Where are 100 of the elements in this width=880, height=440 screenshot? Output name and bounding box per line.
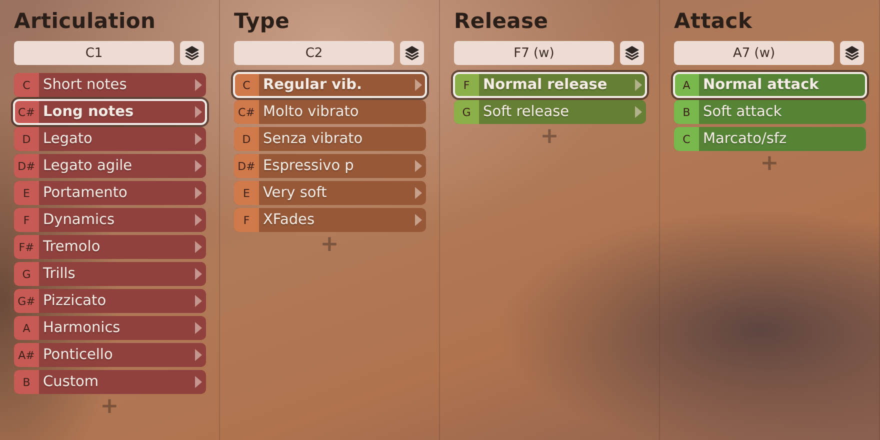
mapping-item[interactable]: C# Long notes: [14, 100, 206, 124]
submenu-arrow-icon: [194, 187, 202, 199]
layers-icon: [844, 45, 860, 61]
item-label: Molto vibrato: [262, 103, 360, 122]
submenu-arrow-icon: [194, 295, 202, 307]
submenu-arrow-icon: [634, 106, 642, 118]
key-field[interactable]: F7 (w): [454, 41, 614, 65]
submenu-arrow-icon: [194, 268, 202, 280]
mapping-item[interactable]: C Regular vib.: [234, 73, 426, 97]
item-label: Normal release: [482, 76, 608, 95]
item-label: Dynamics: [42, 211, 116, 230]
key-label: A: [674, 73, 699, 97]
item-label: Marcato/sfz: [702, 130, 788, 149]
item-label: Portamento: [42, 184, 128, 203]
mapping-item[interactable]: F# Tremolo: [14, 235, 206, 259]
layers-button[interactable]: [840, 41, 864, 65]
submenu-arrow-icon: [194, 79, 202, 91]
mapping-item[interactable]: F Normal release: [454, 73, 646, 97]
submenu-arrow-icon: [414, 214, 422, 226]
item-label: Ponticello: [42, 346, 114, 365]
layers-button[interactable]: [620, 41, 644, 65]
key-label: C: [234, 73, 259, 97]
item-label: Short notes: [42, 76, 128, 95]
mapping-item[interactable]: D# Espressivo p: [234, 154, 426, 178]
item-label: XFades: [262, 211, 316, 230]
submenu-arrow-icon: [194, 160, 202, 172]
mapping-item[interactable]: C# Molto vibrato: [234, 100, 426, 124]
key-label: C#: [234, 100, 259, 124]
item-label: Long notes: [42, 103, 135, 122]
key-label: A#: [14, 343, 39, 367]
key-label: C: [14, 73, 39, 97]
column-title: Type: [234, 8, 291, 34]
key-label: F#: [14, 235, 39, 259]
submenu-arrow-icon: [194, 241, 202, 253]
key-label: D: [234, 127, 259, 151]
key-label: C#: [14, 100, 39, 124]
layers-icon: [624, 45, 640, 61]
column-title: Articulation: [14, 8, 157, 34]
key-field[interactable]: C1: [14, 41, 174, 65]
key-label: G#: [14, 289, 39, 313]
key-label: E: [234, 181, 259, 205]
layers-button[interactable]: [180, 41, 204, 65]
submenu-arrow-icon: [194, 106, 202, 118]
column-title: Attack: [674, 8, 754, 34]
key-label: D: [14, 127, 39, 151]
mapping-item[interactable]: B Soft attack: [674, 100, 866, 124]
item-label: Harmonics: [42, 319, 122, 338]
item-label: Trills: [42, 265, 76, 284]
key-label: F: [234, 208, 259, 232]
mapping-item[interactable]: E Portamento: [14, 181, 206, 205]
mapping-item[interactable]: D# Legato agile: [14, 154, 206, 178]
item-label: Legato agile: [42, 157, 134, 176]
key-label: B: [674, 100, 699, 124]
submenu-arrow-icon: [194, 133, 202, 145]
submenu-arrow-icon: [194, 322, 202, 334]
key-label: B: [14, 370, 39, 394]
mapping-item[interactable]: A Harmonics: [14, 316, 206, 340]
submenu-arrow-icon: [414, 187, 422, 199]
item-label: Soft attack: [702, 103, 783, 122]
mapping-item[interactable]: G Trills: [14, 262, 206, 286]
item-label: Regular vib.: [262, 76, 363, 95]
submenu-arrow-icon: [414, 160, 422, 172]
key-label: F: [14, 208, 39, 232]
item-label: Senza vibrato: [262, 130, 364, 149]
key-label: A: [14, 316, 39, 340]
item-label: Espressivo p: [262, 157, 355, 176]
layers-icon: [184, 45, 200, 61]
mapping-item[interactable]: D Legato: [14, 127, 206, 151]
item-label: Tremolo: [42, 238, 102, 257]
submenu-arrow-icon: [194, 349, 202, 361]
column-title: Release: [454, 8, 550, 34]
item-label: Pizzicato: [42, 292, 108, 311]
layers-button[interactable]: [400, 41, 424, 65]
key-field[interactable]: A7 (w): [674, 41, 834, 65]
mapping-item[interactable]: D Senza vibrato: [234, 127, 426, 151]
submenu-arrow-icon: [634, 79, 642, 91]
mapping-item[interactable]: A# Ponticello: [14, 343, 206, 367]
submenu-arrow-icon: [194, 214, 202, 226]
mapping-item[interactable]: G# Pizzicato: [14, 289, 206, 313]
key-label: G: [454, 100, 479, 124]
mapping-item[interactable]: A Normal attack: [674, 73, 866, 97]
mapping-item[interactable]: G Soft release: [454, 100, 646, 124]
item-label: Very soft: [262, 184, 328, 203]
submenu-arrow-icon: [194, 376, 202, 388]
item-label: Custom: [42, 373, 100, 392]
item-label: Normal attack: [702, 76, 820, 95]
mapping-item[interactable]: B Custom: [14, 370, 206, 394]
item-label: Legato: [42, 130, 94, 149]
key-label: D#: [14, 154, 39, 178]
key-field[interactable]: C2: [234, 41, 394, 65]
mapping-item[interactable]: C Marcato/sfz: [674, 127, 866, 151]
mapping-item[interactable]: F XFades: [234, 208, 426, 232]
key-label: F: [454, 73, 479, 97]
mapping-item[interactable]: F Dynamics: [14, 208, 206, 232]
mapping-item[interactable]: E Very soft: [234, 181, 426, 205]
item-label: Soft release: [482, 103, 570, 122]
key-label: D#: [234, 154, 259, 178]
key-label: C: [674, 127, 699, 151]
mapping-item[interactable]: C Short notes: [14, 73, 206, 97]
submenu-arrow-icon: [414, 79, 422, 91]
